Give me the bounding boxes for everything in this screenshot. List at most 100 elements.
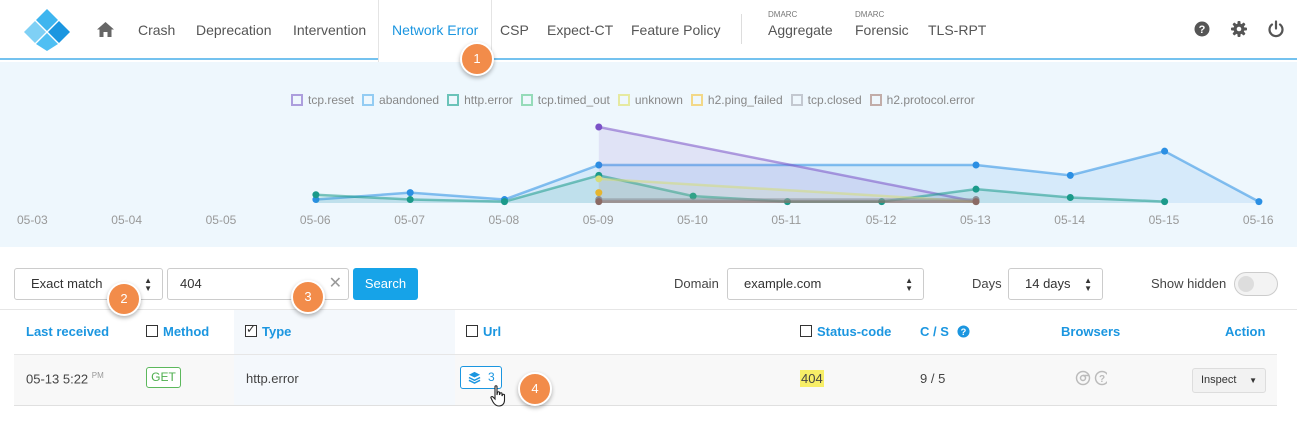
data-point [1066,171,1074,179]
header-last-received[interactable]: Last received [26,324,109,339]
header-url-label: Url [483,324,502,339]
cell-last-received: 05-13 5:22 PM [26,371,104,386]
data-point [972,185,980,193]
unknown-browser-icon: ? [1094,370,1107,386]
forensic-label: Forensic [855,22,909,38]
show-hidden-toggle[interactable] [1234,272,1278,296]
data-point [406,189,414,197]
match-mode-value: Exact match [31,276,103,291]
x-tick-label: 05-10 [677,213,708,227]
help-icon[interactable]: ? [956,325,970,338]
header-cs-label: C / S [920,324,949,339]
header-url[interactable]: Url [466,324,501,339]
domain-select[interactable]: example.com ▲ ▼ [727,268,924,300]
header-action: Action [1225,324,1266,339]
nav-intervention[interactable]: Intervention [293,0,366,60]
data-point [595,189,603,197]
status-code-value: 404 [800,370,824,387]
chrome-icon [1075,370,1091,386]
data-point [595,123,603,131]
x-tick-label: 05-06 [299,213,331,227]
type-checkbox[interactable] [245,322,257,337]
cell-cs: 9 / 5 [920,371,946,386]
data-point [972,198,980,206]
nav-csp[interactable]: CSP [500,0,529,60]
annotation-badge: 4 [518,372,552,406]
header-type-label: Type [262,324,292,339]
help-icon[interactable]: ? [1193,20,1211,38]
data-point [972,161,980,169]
x-tick-label: 05-12 [865,213,897,227]
data-point [312,191,320,199]
cell-type: http.error [246,371,299,386]
method-checkbox[interactable] [146,325,158,337]
x-tick-label: 05-04 [111,213,142,227]
caret-down-icon: ▼ [1249,376,1257,385]
header-status-label: Status-code [817,324,892,339]
nav-expect-ct[interactable]: Expect-CT [547,0,613,60]
dmarc-label: DMARC [855,10,885,19]
nav-dmarc-aggregate[interactable]: DMARC Aggregate [768,0,833,60]
domain-label: Domain [674,276,719,291]
nav-tls-rpt[interactable]: TLS-RPT [928,0,986,60]
hand-cursor-icon [490,385,506,407]
nav-dmarc-forensic[interactable]: DMARC Forensic [855,0,910,60]
x-tick-label: 05-15 [1148,213,1180,227]
days-select[interactable]: 14 days ▲ ▼ [1008,268,1103,300]
x-tick-label: 05-03 [17,213,48,227]
header-type[interactable]: Type [245,322,292,339]
inspect-button[interactable]: Inspect ▼ [1192,368,1266,393]
clear-icon[interactable]: ✕ [329,269,342,299]
data-point [595,198,603,206]
data-point [1066,193,1074,201]
select-arrows-icon: ▲ ▼ [905,276,913,293]
svg-text:?: ? [1199,24,1206,36]
search-input-value: 404 [180,276,202,291]
data-point [1161,198,1169,206]
nav-feature-policy[interactable]: Feature Policy [631,0,720,60]
data-point [501,198,508,206]
ampm-value: PM [91,371,104,380]
x-tick-label: 05-16 [1242,213,1274,227]
x-tick-label: 05-05 [205,213,237,227]
status-checkbox[interactable] [800,325,812,337]
toggle-knob [1238,276,1254,292]
app-logo[interactable] [22,7,72,51]
x-tick-label: 05-09 [582,213,614,227]
url-checkbox[interactable] [466,325,478,337]
x-tick-label: 05-08 [488,213,520,227]
header-browsers: Browsers [1061,324,1121,339]
nav-separator [741,14,742,44]
domain-value: example.com [744,276,822,291]
search-button[interactable]: Search [353,268,418,300]
x-tick-label: 05-07 [394,213,425,227]
x-tick-label: 05-11 [771,213,802,227]
header-method[interactable]: Method [146,324,209,339]
annotation-badge: 3 [291,280,325,314]
method-badge: GET [146,367,181,388]
data-point [595,175,603,183]
home-icon[interactable] [97,0,114,60]
aggregate-label: Aggregate [768,22,833,38]
nav-deprecation[interactable]: Deprecation [196,0,272,60]
row-divider [14,405,1277,406]
svg-text:?: ? [1099,374,1105,385]
header-cs[interactable]: C / S ? [920,324,970,339]
select-arrows-icon: ▲ ▼ [144,276,152,293]
gear-icon[interactable] [1230,20,1248,38]
select-arrows-icon: ▲ ▼ [1084,276,1092,293]
inspect-label: Inspect [1201,374,1237,386]
days-value: 14 days [1025,276,1071,291]
x-tick-label: 05-13 [960,213,991,227]
days-label: Days [972,276,1002,291]
svg-text:?: ? [960,327,966,337]
x-tick-label: 05-14 [1054,213,1085,227]
layers-icon [468,371,481,384]
power-icon[interactable] [1267,20,1285,38]
date-value: 05-13 5:22 [26,371,89,387]
data-point [406,196,414,204]
header-method-label: Method [163,324,210,339]
data-point [1161,147,1169,155]
nav-crash[interactable]: Crash [138,0,175,60]
header-status-code[interactable]: Status-code [800,324,891,339]
